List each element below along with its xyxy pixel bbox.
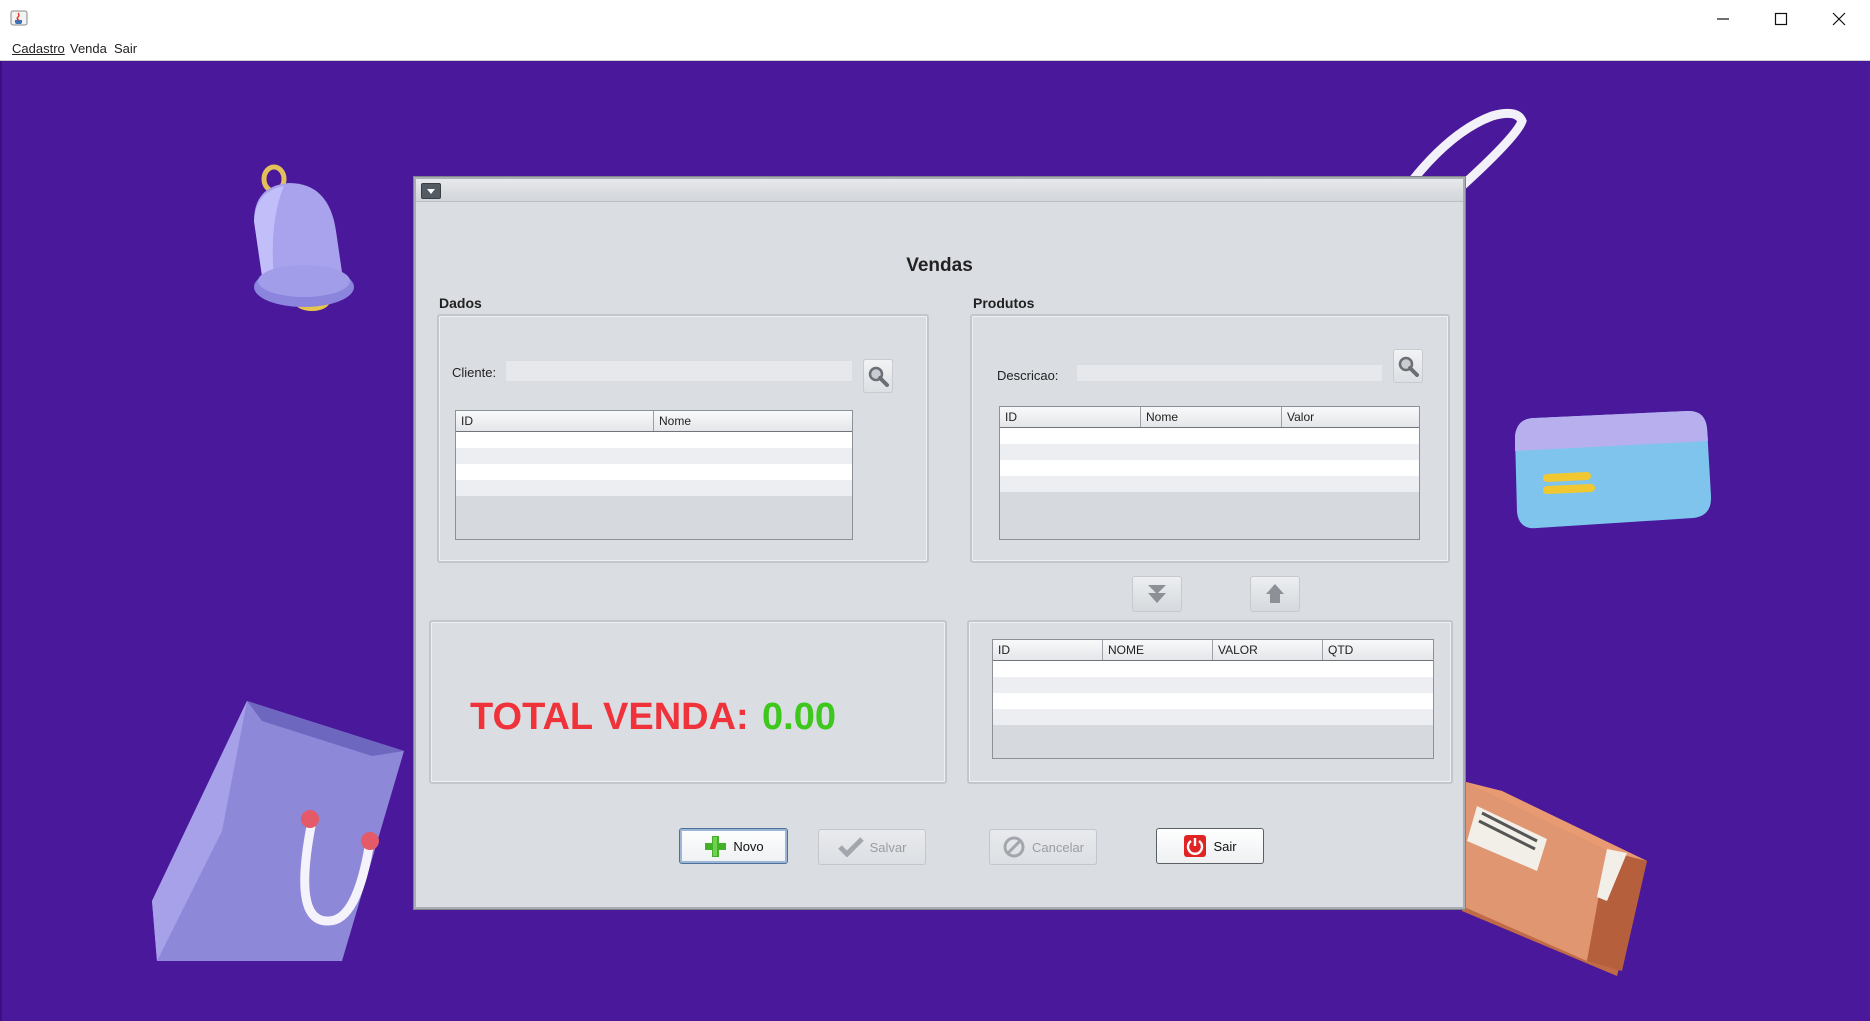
column-header-valor[interactable]: Valor: [1281, 407, 1419, 428]
search-icon: [868, 366, 889, 387]
window-titlebar: [0, 0, 1870, 39]
clientes-table[interactable]: ID Nome: [455, 410, 853, 540]
desktop-pane: Vendas Dados Cliente: ID Nome Produtos D…: [0, 61, 1870, 1021]
column-header-id[interactable]: ID: [456, 411, 654, 432]
arrow-down-icon: [1148, 585, 1166, 603]
frame-system-menu-button[interactable]: [421, 183, 441, 199]
salvar-button-label: Salvar: [869, 839, 907, 855]
search-icon: [1398, 356, 1419, 377]
minimize-icon: [1717, 18, 1729, 20]
java-coffee-icon[interactable]: [10, 9, 28, 27]
page-title: Vendas: [906, 255, 973, 276]
cliente-input[interactable]: [505, 360, 853, 382]
column-header-id[interactable]: ID: [1000, 407, 1141, 428]
cancelar-button-label: Cancelar: [1031, 839, 1085, 855]
menu-cadastro[interactable]: Cadastro: [12, 41, 65, 56]
dados-group-title: Dados: [439, 295, 482, 311]
table-row[interactable]: [456, 448, 852, 464]
novo-button-label: Novo: [733, 838, 764, 854]
salvar-button[interactable]: Salvar: [818, 829, 926, 865]
search-cliente-button[interactable]: [863, 359, 893, 393]
plus-icon: [705, 836, 727, 857]
table-row[interactable]: [456, 480, 852, 496]
table-row[interactable]: [456, 464, 852, 480]
maximize-button[interactable]: [1752, 0, 1810, 38]
menubar: Cadastro Venda Sair: [0, 38, 1870, 61]
bell-illustration: [254, 164, 354, 311]
table-row[interactable]: [1000, 427, 1419, 444]
table-row[interactable]: [993, 693, 1433, 709]
produtos-table[interactable]: ID Nome Valor: [999, 406, 1420, 540]
close-button[interactable]: [1810, 0, 1868, 38]
sair-button-label: Sair: [1213, 838, 1237, 854]
table-row[interactable]: [1000, 476, 1419, 492]
chevron-down-icon: [427, 189, 435, 194]
menu-sair[interactable]: Sair: [114, 41, 137, 56]
arrow-up-icon: [1266, 584, 1284, 603]
cancelar-button[interactable]: Cancelar: [989, 829, 1097, 865]
column-header-valor[interactable]: VALOR: [1212, 640, 1323, 661]
add-item-button[interactable]: [1132, 576, 1182, 612]
column-header-id[interactable]: ID: [993, 640, 1103, 661]
remove-item-button[interactable]: [1250, 576, 1300, 612]
shopping-bag-illustration: [152, 701, 404, 961]
sair-button[interactable]: Sair: [1156, 828, 1264, 864]
vendas-internal-frame: Vendas Dados Cliente: ID Nome Produtos D…: [414, 177, 1465, 909]
power-icon: [1184, 835, 1207, 857]
table-row[interactable]: [1000, 460, 1419, 476]
search-produto-button[interactable]: [1393, 349, 1423, 383]
table-row[interactable]: [993, 677, 1433, 693]
checkmark-icon: [837, 837, 864, 857]
total-venda-value: 0.00: [762, 696, 836, 738]
itens-venda-table[interactable]: ID NOME VALOR QTD: [992, 639, 1434, 759]
column-header-nome[interactable]: Nome: [1140, 407, 1282, 428]
table-row[interactable]: [456, 431, 852, 448]
dados-group: Cliente: ID Nome: [437, 314, 929, 563]
minimize-button[interactable]: [1694, 0, 1752, 38]
menu-venda[interactable]: Venda: [70, 41, 107, 56]
total-panel: TOTAL VENDA: 0.00: [429, 620, 947, 784]
credit-card-illustration: [1515, 410, 1712, 529]
itens-venda-panel: ID NOME VALOR QTD: [967, 620, 1453, 784]
table-row[interactable]: [993, 660, 1433, 677]
column-header-qtd[interactable]: QTD: [1322, 640, 1433, 661]
produtos-group-title: Produtos: [973, 295, 1035, 311]
maximize-icon: [1774, 12, 1788, 26]
column-header-nome[interactable]: NOME: [1102, 640, 1213, 661]
close-icon: [1832, 12, 1846, 26]
descricao-input[interactable]: [1076, 364, 1383, 382]
table-row[interactable]: [993, 709, 1433, 725]
cliente-label: Cliente:: [452, 365, 497, 380]
novo-button[interactable]: Novo: [679, 828, 788, 864]
column-header-nome[interactable]: Nome: [653, 411, 852, 432]
frame-titlebar: [416, 179, 1463, 202]
cancel-icon: [1003, 836, 1025, 858]
package-box-illustration: [1462, 781, 1647, 976]
total-venda-label: TOTAL VENDA:: [470, 696, 749, 738]
descricao-label: Descricao:: [997, 368, 1059, 383]
table-row[interactable]: [1000, 444, 1419, 460]
produtos-group: Descricao: ID Nome Valor: [970, 314, 1450, 563]
